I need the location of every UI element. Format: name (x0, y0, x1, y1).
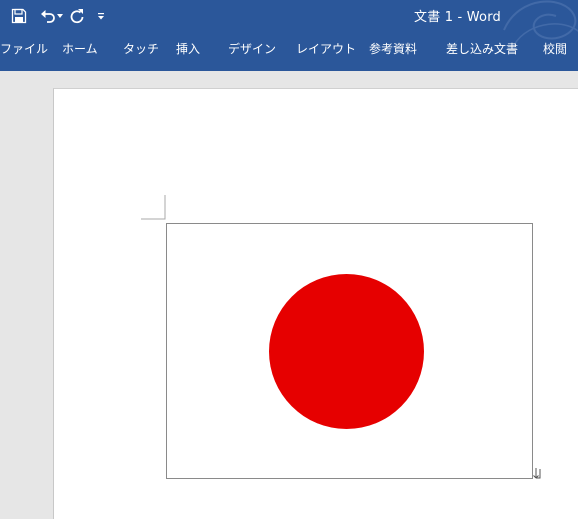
margin-corner-mark (141, 195, 166, 220)
undo-icon (41, 10, 55, 23)
paragraph-mark-icon (533, 468, 541, 479)
flag-red-disc (269, 274, 424, 429)
ribbon-tabs: ファイル ホーム タッチ 挿入 デザイン レイアウト 参考資料 差し込み文書 校… (0, 40, 578, 58)
tab-layout[interactable]: レイアウト (296, 40, 356, 58)
quick-access-toolbar (8, 5, 106, 27)
title-bar: 文書 1 - Word ファイル ホーム タッチ 挿入 デザイン レイアウト 参… (0, 0, 578, 71)
japan-flag-image[interactable] (166, 223, 533, 479)
tab-file[interactable]: ファイル (0, 40, 48, 58)
tab-home[interactable]: ホーム (62, 40, 98, 58)
save-button[interactable] (8, 5, 30, 27)
redo-button[interactable] (68, 5, 86, 27)
tab-mailings[interactable]: 差し込み文書 (446, 40, 518, 58)
tab-references[interactable]: 参考資料 (369, 40, 417, 58)
window-title: 文書 1 - Word (414, 10, 501, 25)
customize-qat-button[interactable] (96, 5, 106, 27)
tab-design[interactable]: デザイン (228, 40, 276, 58)
undo-button[interactable] (40, 5, 56, 27)
tab-review[interactable]: 校閲 (543, 40, 567, 58)
save-icon (11, 8, 27, 24)
undo-dropdown-button[interactable] (56, 5, 64, 27)
tab-insert[interactable]: 挿入 (176, 40, 200, 58)
chevron-down-icon (57, 14, 63, 18)
customize-qat-icon (98, 13, 104, 20)
redo-icon (70, 9, 84, 24)
tab-touch[interactable]: タッチ (123, 40, 159, 58)
